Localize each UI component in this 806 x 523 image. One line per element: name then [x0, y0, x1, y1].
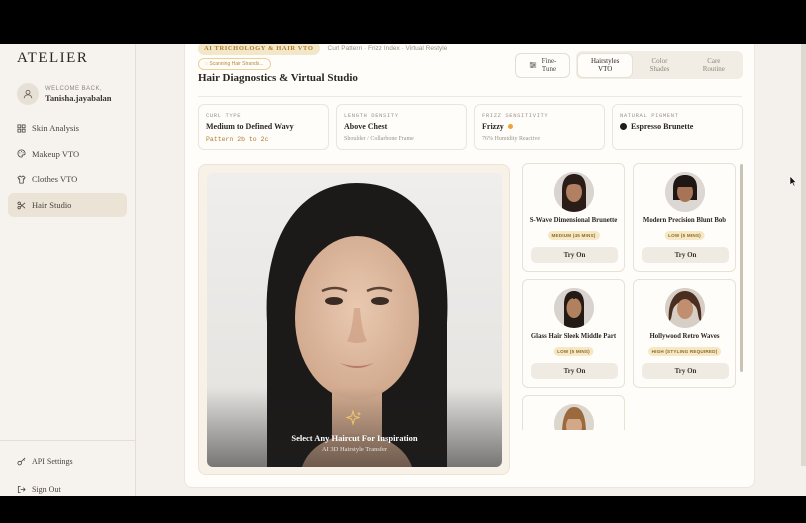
sliders-icon — [529, 62, 536, 68]
hair-studio-panel: AI TRICHOLOGY & HAIR VTO Curl Pattern · … — [184, 44, 755, 488]
inspiration-subtitle: AI 3D Hairstyle Transfer — [321, 446, 388, 453]
try-on-button[interactable]: Try On — [531, 247, 618, 263]
hairstyle-card[interactable]: S-Wave Dimensional Brunette MEDIUM (45 M… — [522, 163, 625, 272]
stat-label: CURL TYPE — [206, 112, 242, 119]
effort-badge: HIGH (STYLING REQUIRED) — [647, 347, 722, 356]
sidebar-item-label: Hair Studio — [32, 200, 72, 211]
sidebar-item-clothes-vto[interactable]: Clothes VTO — [8, 167, 127, 191]
inspiration-title: Select Any Haircut For Inspiration — [291, 433, 418, 443]
scanning-text: Scanning Hair Strands... — [209, 61, 264, 67]
hairstyle-thumbnail — [665, 288, 705, 328]
hairstyle-name: Modern Precision Blunt Bob — [642, 217, 727, 224]
view-toolbar: Fine- Tune Hairstyles VTO Color Shades C… — [515, 51, 743, 79]
key-icon — [17, 457, 26, 466]
sidebar-item-hair-studio[interactable]: Hair Studio — [8, 193, 127, 218]
page-scrollbar[interactable] — [801, 44, 806, 466]
sidebar-item-label: Skin Analysis — [32, 123, 79, 133]
try-on-button[interactable]: Try On — [642, 363, 729, 379]
sign-out-link[interactable]: Sign Out — [17, 485, 61, 494]
user-icon — [23, 89, 33, 99]
try-on-button[interactable]: Try On — [531, 363, 618, 379]
pigment-swatch — [620, 123, 627, 130]
page-title: Hair Diagnostics & Virtual Studio — [198, 72, 358, 84]
header-divider — [198, 96, 742, 97]
tab-hairstyles-vto[interactable]: Hairstyles VTO — [578, 53, 633, 77]
logout-icon — [17, 485, 26, 494]
hairstyle-thumbnail — [554, 288, 594, 328]
hairstyle-thumbnail — [554, 172, 594, 212]
api-settings-link[interactable]: API Settings — [17, 457, 73, 466]
sidebar: ATELIER WELCOME BACK, Tanisha.jayabalan … — [0, 44, 136, 496]
stat-natural-pigment: NATURAL PIGMENT Espresso Brunette — [612, 104, 743, 150]
photo-gradient-overlay — [207, 387, 502, 467]
stat-value: Above Chest — [344, 122, 388, 131]
palette-icon — [17, 149, 26, 158]
grid-icon — [17, 123, 26, 133]
module-tag: AI TRICHOLOGY & HAIR VTO — [198, 44, 320, 55]
user-face-photo[interactable]: Select Any Haircut For Inspiration AI 3D… — [207, 173, 502, 467]
stat-frizz-sensitivity: FRIZZ SENSITIVITY Frizzy 76% Humidity Re… — [474, 104, 605, 150]
hairstyle-card[interactable]: Hollywood Retro Waves HIGH (STYLING REQU… — [633, 279, 736, 388]
avatar — [17, 83, 39, 105]
sidebar-item-makeup-vto[interactable]: Makeup VTO — [8, 142, 127, 166]
sidebar-item-skin-analysis[interactable]: Skin Analysis — [8, 116, 127, 140]
fine-tune-label: Fine- Tune — [541, 56, 557, 73]
view-tabs: Hairstyles VTO Color Shades Care Routine — [576, 51, 743, 79]
stat-label: NATURAL PIGMENT — [620, 112, 679, 119]
tab-care-routine[interactable]: Care Routine — [687, 54, 741, 77]
photo-panel: Select Any Haircut For Inspiration AI 3D… — [198, 164, 510, 475]
grid-scrollbar[interactable] — [740, 164, 743, 372]
sign-out-label: Sign Out — [32, 485, 61, 494]
stat-sub: Shoulder / Collarbone Frame — [344, 136, 414, 142]
hairstyle-card[interactable] — [522, 395, 625, 430]
mouse-cursor-icon — [789, 175, 797, 187]
hairstyle-name: Hollywood Retro Waves — [649, 333, 720, 340]
hairstyle-grid: S-Wave Dimensional Brunette MEDIUM (45 M… — [522, 163, 742, 430]
welcome-text: WELCOME BACK, — [45, 85, 103, 92]
sidebar-nav: Skin Analysis Makeup VTO Clothes VTO Hai… — [8, 116, 127, 219]
stat-sub: Pattern 2b to 2c — [206, 136, 269, 143]
api-settings-label: API Settings — [32, 457, 73, 466]
stat-label: LENGTH DENSITY — [344, 112, 399, 119]
sidebar-item-label: Makeup VTO — [32, 148, 80, 159]
frizz-indicator-dot — [507, 124, 513, 129]
fine-tune-button[interactable]: Fine- Tune — [515, 52, 570, 78]
sidebar-footer — [0, 440, 136, 441]
user-profile[interactable]: WELCOME BACK, Tanisha.jayabalan — [17, 83, 112, 105]
sparkle-icon — [346, 410, 362, 426]
hairstyle-thumbnail — [665, 172, 705, 212]
scissors-icon — [17, 201, 26, 209]
hairstyle-thumbnail — [554, 404, 594, 430]
scanning-badge: ◌ Scanning Hair Strands... — [198, 58, 271, 70]
hairstyle-card[interactable]: Glass Hair Sleek Middle Part LOW (5 MINS… — [522, 279, 625, 388]
stat-curl-type: CURL TYPE Medium to Defined Wavy Pattern… — [198, 104, 329, 150]
stat-label: FRIZZ SENSITIVITY — [482, 112, 549, 119]
shirt-icon — [17, 175, 26, 184]
hairstyle-name: S-Wave Dimensional Brunette — [529, 217, 618, 224]
stat-sub: 76% Humidity Reactive — [482, 136, 540, 142]
stat-length-density: LENGTH DENSITY Above Chest Shoulder / Co… — [336, 104, 467, 150]
stat-value: Frizzy — [482, 122, 504, 131]
effort-badge: MEDIUM (45 MINS) — [547, 231, 600, 240]
module-subtitle: Curl Pattern · Frizz Index · Virtual Res… — [327, 45, 448, 52]
effort-badge: LOW (5 MINS) — [664, 231, 705, 240]
try-on-button[interactable]: Try On — [642, 247, 729, 263]
username: Tanisha.jayabalan — [45, 92, 112, 103]
hairstyle-card[interactable]: Modern Precision Blunt Bob LOW (5 MINS) … — [633, 163, 736, 272]
app-window: ATELIER WELCOME BACK, Tanisha.jayabalan … — [0, 44, 806, 496]
diagnostic-stats: CURL TYPE Medium to Defined Wavy Pattern… — [198, 104, 750, 150]
stat-value: Espresso Brunette — [631, 122, 694, 131]
stat-value: Medium to Defined Wavy — [206, 122, 294, 131]
hairstyle-name: Glass Hair Sleek Middle Part — [530, 333, 617, 340]
brand-logo: ATELIER — [17, 50, 89, 66]
tab-color-shades[interactable]: Color Shades — [632, 54, 686, 77]
effort-badge: LOW (5 MINS) — [553, 347, 594, 356]
sidebar-item-label: Clothes VTO — [32, 174, 78, 185]
